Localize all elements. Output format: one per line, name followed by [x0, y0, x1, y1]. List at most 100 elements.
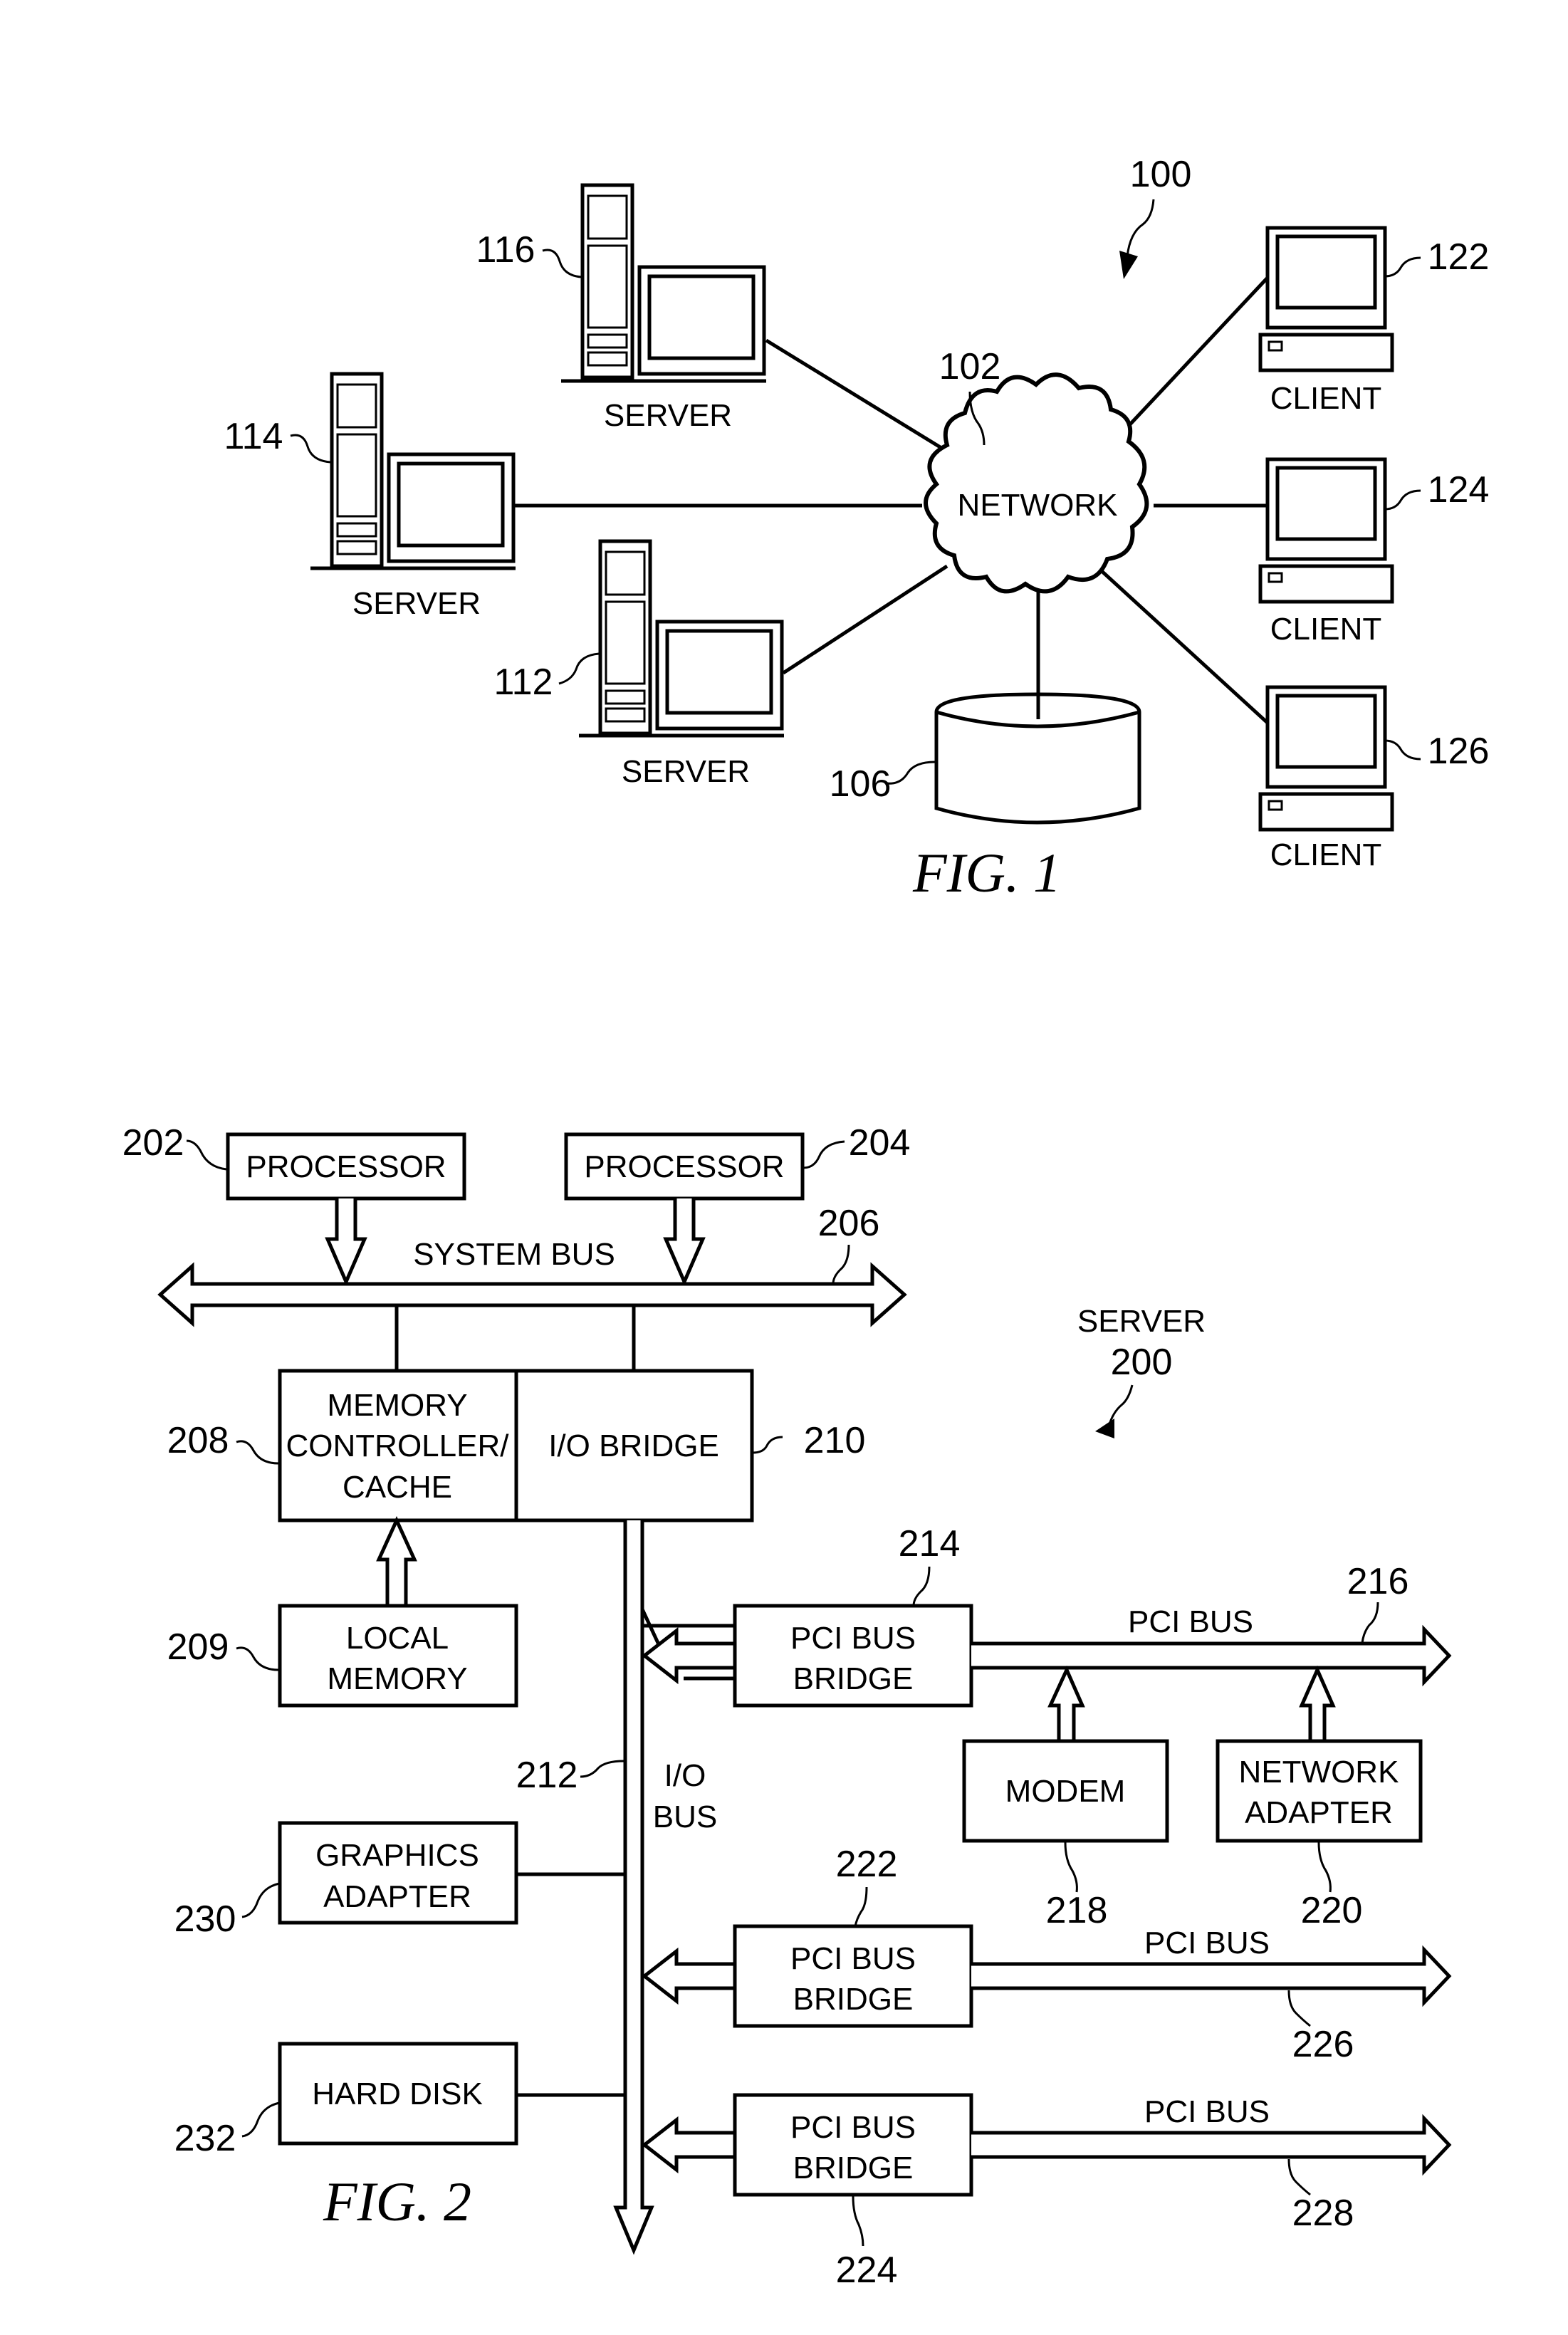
- link-server116-network: [765, 338, 956, 458]
- leader-100: [1126, 199, 1155, 257]
- arrow-pcibridge224-to-iobus: [641, 2116, 735, 2174]
- memctrl-line1: MEMORY: [327, 1388, 467, 1423]
- leader-214: [912, 1566, 931, 1607]
- ref-212: 212: [516, 1755, 578, 1796]
- network-cloud: NETWORK: [924, 372, 1149, 594]
- modem-label: MODEM: [1005, 1774, 1126, 1809]
- server-200-label: SERVER: [1077, 1304, 1206, 1339]
- ref-228: 228: [1292, 2193, 1354, 2234]
- leader-220: [1317, 1842, 1332, 1893]
- processor-204-label: PROCESSOR: [584, 1149, 784, 1184]
- pci-bridge-222-line1: PCI BUS: [790, 1941, 916, 1976]
- arrow-netadapter-to-pcibus: [1299, 1665, 1336, 1741]
- pci-bus-216-label: PCI BUS: [1128, 1604, 1253, 1639]
- ref-232: 232: [174, 2118, 236, 2159]
- leader-222: [854, 1886, 868, 1927]
- ref-214: 214: [899, 1523, 961, 1564]
- ref-222: 222: [836, 1844, 898, 1885]
- fig2-caption: FIG. 2: [323, 2171, 471, 2232]
- server-114-label: SERVER: [352, 586, 481, 621]
- arrow-modem-to-pcibus: [1047, 1665, 1085, 1741]
- cylinder-body: [934, 712, 1141, 825]
- processor-202-label: PROCESSOR: [246, 1149, 446, 1184]
- arrow-pcibridge222-to-iobus: [641, 1947, 735, 2005]
- monitor: [1265, 685, 1387, 789]
- graphics-adapter-line2: ADAPTER: [323, 1879, 471, 1914]
- arrowhead-100: [1119, 251, 1138, 279]
- system-bus: [157, 1262, 907, 1327]
- io-bridge-label: I/O BRIDGE: [548, 1428, 719, 1463]
- ref-124: 124: [1428, 469, 1490, 511]
- leader-122: [1384, 256, 1421, 278]
- monitor: [1265, 226, 1387, 330]
- leader-226: [1287, 1990, 1311, 2027]
- memctrl-line3: CACHE: [343, 1470, 452, 1505]
- arrow-localmem-to-memctrl: [376, 1515, 417, 1606]
- leader-209: [236, 1646, 279, 1671]
- ref-210: 210: [804, 1420, 866, 1461]
- network-adapter-line1: NETWORK: [1239, 1755, 1399, 1790]
- hard-disk-label: HARD DISK: [312, 2077, 483, 2111]
- link-server112-network: [782, 564, 948, 675]
- ref-116: 116: [476, 229, 535, 271]
- fig2: PROCESSOR 202 PROCESSOR 204 SYSTEM BUS 2…: [122, 1122, 1452, 2291]
- client-124-label: CLIENT: [1270, 612, 1381, 647]
- client-122: [1258, 226, 1394, 372]
- leader-224: [852, 2195, 864, 2247]
- leader-202: [186, 1139, 227, 1171]
- ref-114: 114: [224, 416, 283, 457]
- leader-232: [241, 2101, 280, 2138]
- leader-106: [886, 761, 936, 785]
- pci-bridge-224-line1: PCI BUS: [790, 2110, 916, 2145]
- client-126-label: CLIENT: [1270, 837, 1381, 872]
- leader-230: [241, 1882, 280, 1918]
- arrowhead-200: [1095, 1419, 1114, 1438]
- server-112: [579, 539, 784, 738]
- client-124: [1258, 457, 1394, 604]
- ref-122: 122: [1428, 236, 1490, 278]
- leader-112: [558, 652, 600, 685]
- ref-200: 200: [1111, 1342, 1173, 1383]
- leader-124: [1384, 489, 1421, 511]
- leader-204: [803, 1140, 845, 1169]
- ref-206: 206: [818, 1203, 880, 1244]
- ref-220: 220: [1301, 1890, 1363, 1931]
- leader-210: [752, 1436, 783, 1454]
- monitor: [1265, 457, 1387, 561]
- leader-116: [542, 249, 582, 278]
- ref-126: 126: [1428, 731, 1490, 772]
- ref-209: 209: [167, 1626, 229, 1668]
- pci-bridge-222-line2: BRIDGE: [793, 1982, 914, 2017]
- keyboard: [1258, 333, 1394, 372]
- pci-bus-226-label: PCI BUS: [1144, 1926, 1270, 1960]
- local-memory-line1: LOCAL: [346, 1621, 449, 1656]
- network-label: NETWORK: [958, 488, 1118, 523]
- ref-218: 218: [1046, 1890, 1108, 1931]
- leader-216: [1361, 1602, 1379, 1644]
- ref-230: 230: [174, 1898, 236, 1940]
- pci-bridge-224-line2: BRIDGE: [793, 2151, 914, 2185]
- io-bus-line2: BUS: [653, 1799, 717, 1834]
- leader-126: [1384, 739, 1421, 761]
- link-network-client122: [1106, 276, 1269, 450]
- ref-100: 100: [1130, 154, 1192, 195]
- pci-bridge-214-group: PCI BUS BRIDGE 214 PCI BUS 216: [640, 1523, 1452, 1708]
- pci-bridge-224-group: PCI BUS BRIDGE 224 PCI BUS 228: [641, 2093, 1452, 2291]
- ref-216: 216: [1347, 1561, 1409, 1602]
- pci-bus-228-label: PCI BUS: [1144, 2094, 1270, 2129]
- leader-114: [290, 434, 331, 464]
- client-126: [1258, 685, 1394, 832]
- io-bus: [613, 1520, 654, 2255]
- system-bus-label: SYSTEM BUS: [413, 1237, 615, 1272]
- pci-bridge-214-line1: PCI BUS: [790, 1621, 916, 1656]
- ref-224: 224: [836, 2250, 898, 2291]
- fig1: NETWORK 102 100 106 SERVER 116 SERVER 11…: [224, 154, 1490, 904]
- arrow-processor202-to-bus: [325, 1198, 367, 1287]
- server-114: [310, 372, 516, 570]
- storage-cylinder: [934, 692, 1141, 825]
- io-bus-line1: I/O: [664, 1758, 706, 1793]
- memctrl-line2: CONTROLLER/: [286, 1428, 510, 1463]
- patent-drawing-sheet: NETWORK 102 100 106 SERVER 116 SERVER 11…: [122, 154, 1490, 2291]
- keyboard: [1258, 564, 1394, 604]
- cloud-outline: [924, 372, 1149, 594]
